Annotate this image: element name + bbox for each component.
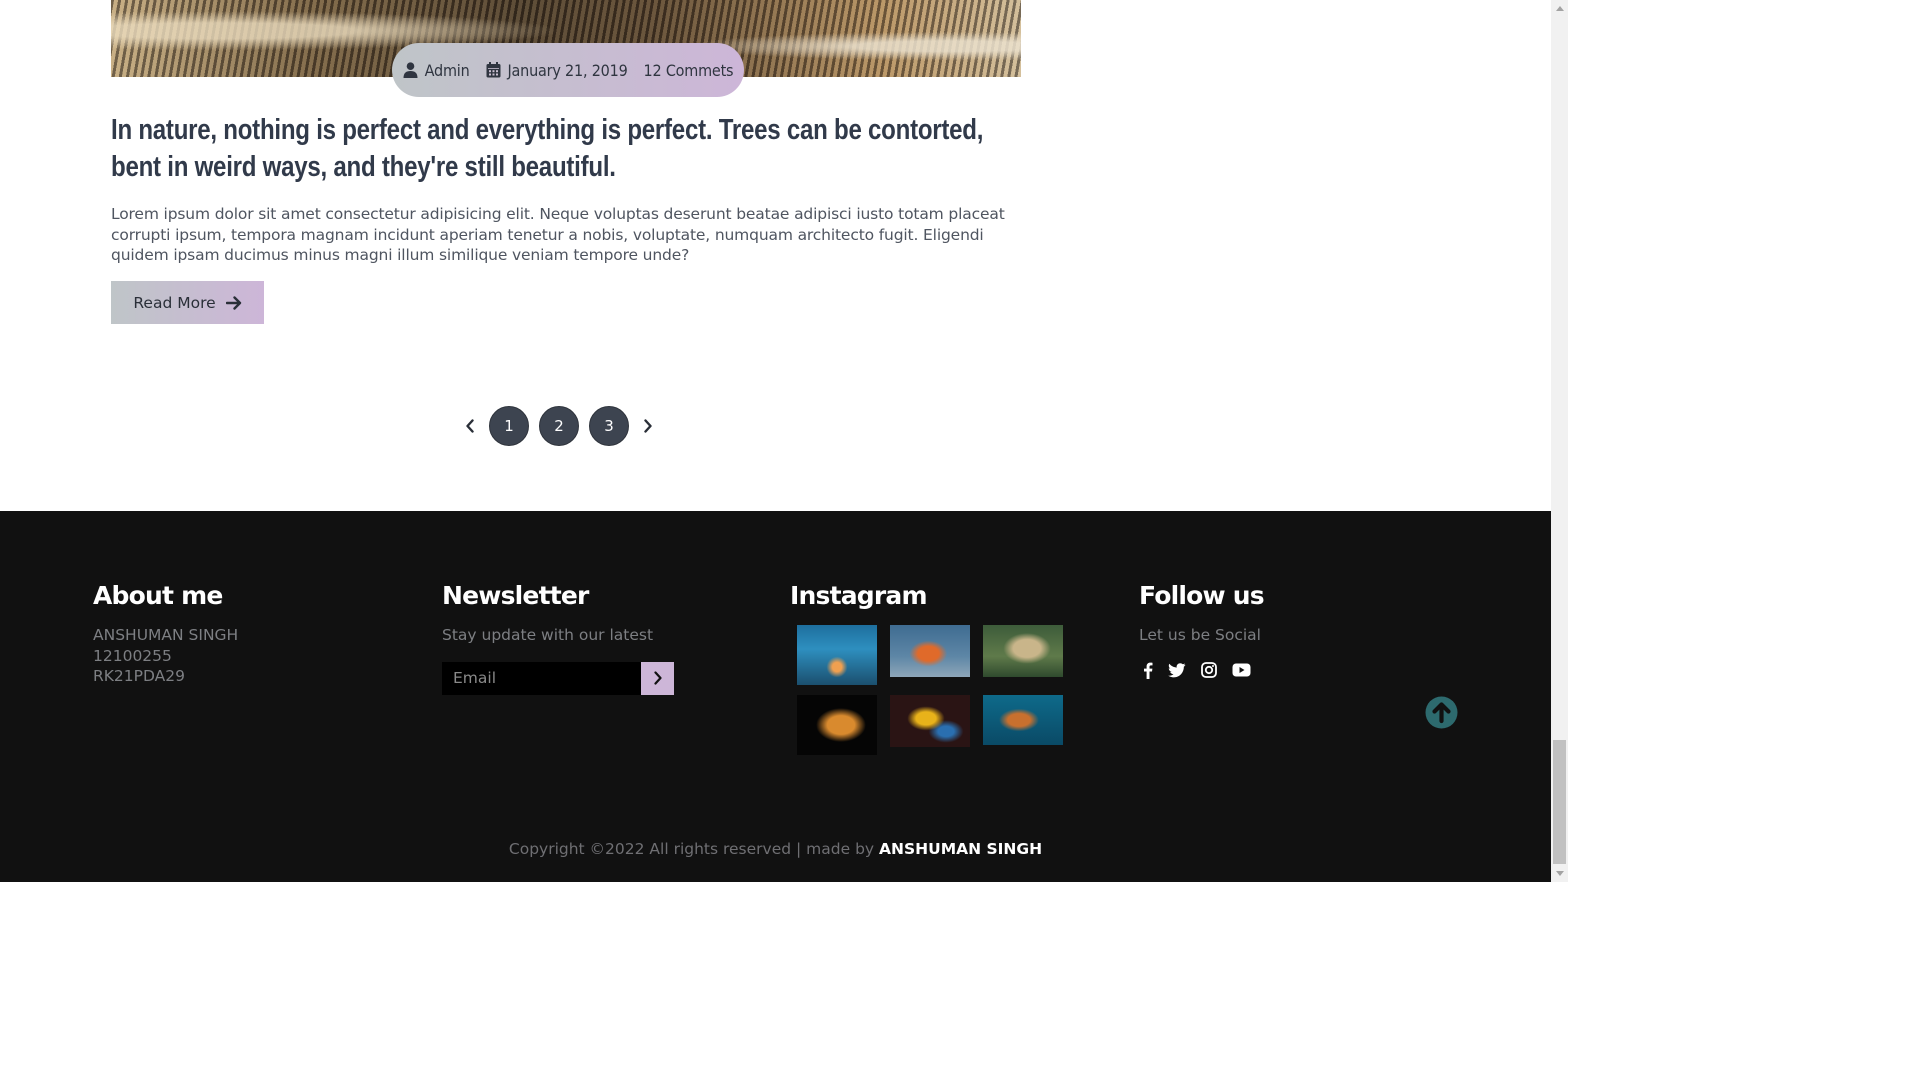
- instagram-link[interactable]: [1201, 662, 1217, 678]
- about-name: ANSHUMAN SINGH: [93, 626, 239, 644]
- post-comments[interactable]: 12 Commets: [644, 61, 734, 80]
- footer-about: About me ANSHUMAN SINGH 12100255 RK21PDA…: [93, 581, 238, 687]
- footer-about-text: ANSHUMAN SINGH 12100255 RK21PDA29: [93, 625, 238, 687]
- instagram-image-coral-reef[interactable]: [797, 625, 877, 685]
- instagram-image-leopard[interactable]: [983, 625, 1063, 677]
- triangle-up-icon: [1555, 6, 1564, 11]
- social-links: [1143, 662, 1264, 679]
- twitter-link[interactable]: [1168, 662, 1186, 678]
- footer-follow-heading: Follow us: [1139, 581, 1265, 610]
- pagination-prev-button[interactable]: [456, 405, 484, 447]
- about-id: 12100255: [93, 646, 172, 665]
- post-title[interactable]: In nature, nothing is perfect and everyt…: [111, 112, 1024, 186]
- footer-instagram: Instagram: [790, 581, 1063, 755]
- footer-newsletter-text: Stay update with our latest: [442, 626, 654, 644]
- instagram-image-fox[interactable]: [890, 625, 970, 677]
- read-more-label: Read More: [133, 293, 216, 312]
- twitter-icon: [1168, 662, 1186, 677]
- read-more-button[interactable]: Read More: [111, 281, 264, 324]
- copyright-notice: Copyright ©2022 All rights reserved | ma…: [0, 840, 1551, 858]
- footer-follow-text: Let us be Social: [1139, 626, 1261, 644]
- post-date[interactable]: January 21, 2019: [486, 61, 628, 80]
- site-footer: About me ANSHUMAN SINGH 12100255 RK21PDA…: [0, 511, 1551, 882]
- post-excerpt: Lorem ipsum dolor sit amet consectetur a…: [111, 205, 1005, 264]
- copyright-author-link[interactable]: ANSHUMAN SINGH: [879, 840, 1042, 858]
- about-section: RK21PDA29: [93, 667, 185, 685]
- post-comments-text: 12 Commets: [643, 60, 734, 80]
- instagram-image-parrot[interactable]: [890, 695, 970, 747]
- footer-newsletter-heading: Newsletter: [442, 581, 589, 610]
- pagination-page-3[interactable]: 3: [589, 406, 629, 446]
- footer-newsletter: Newsletter Stay update with our latest: [442, 581, 674, 695]
- back-to-top-button[interactable]: [1425, 696, 1458, 729]
- chevron-right-icon: [644, 419, 652, 433]
- pagination: 1 2 3: [456, 405, 662, 447]
- copyright-text: Copyright ©2022 All rights reserved | ma…: [508, 840, 880, 858]
- facebook-icon: [1144, 662, 1153, 679]
- pagination-page-2[interactable]: 2: [539, 406, 579, 446]
- arrow-up-circle-icon: [1425, 696, 1458, 729]
- facebook-link[interactable]: [1143, 662, 1153, 679]
- newsletter-email-input[interactable]: [442, 661, 641, 695]
- youtube-link[interactable]: [1232, 663, 1251, 677]
- scroll-up-button[interactable]: [1551, 0, 1568, 17]
- triangle-down-icon: [1555, 871, 1564, 876]
- post-author[interactable]: Admin: [403, 61, 470, 80]
- pagination-next-button[interactable]: [634, 405, 662, 447]
- post-meta: Admin January 21, 2019 12 Commets: [392, 43, 744, 97]
- calendar-icon: [486, 62, 501, 78]
- footer-follow: Follow us Let us be Social: [1139, 581, 1265, 679]
- arrow-right-icon: [225, 295, 241, 310]
- post-date-text: January 21, 2019: [507, 60, 628, 80]
- newsletter-submit-button[interactable]: [641, 661, 674, 695]
- footer-instagram-heading: Instagram: [790, 581, 928, 610]
- page: Admin January 21, 2019 12 Commets In nat…: [0, 0, 1551, 882]
- pagination-page-1[interactable]: 1: [489, 406, 529, 446]
- instagram-icon: [1201, 662, 1217, 678]
- youtube-icon: [1232, 663, 1251, 677]
- user-icon: [403, 62, 418, 78]
- scroll-down-button[interactable]: [1551, 865, 1568, 882]
- scrollbar-thumb[interactable]: [1553, 740, 1566, 864]
- newsletter-form: [442, 661, 674, 695]
- instagram-image-tiger[interactable]: [797, 695, 877, 755]
- footer-about-heading: About me: [93, 581, 223, 610]
- post-author-name: Admin: [424, 60, 470, 80]
- instagram-image-sea-turtle[interactable]: [983, 695, 1063, 745]
- vertical-scrollbar[interactable]: [1551, 0, 1568, 882]
- chevron-left-icon: [466, 419, 474, 433]
- instagram-gallery: [797, 625, 1063, 755]
- chevron-right-icon: [653, 671, 662, 685]
